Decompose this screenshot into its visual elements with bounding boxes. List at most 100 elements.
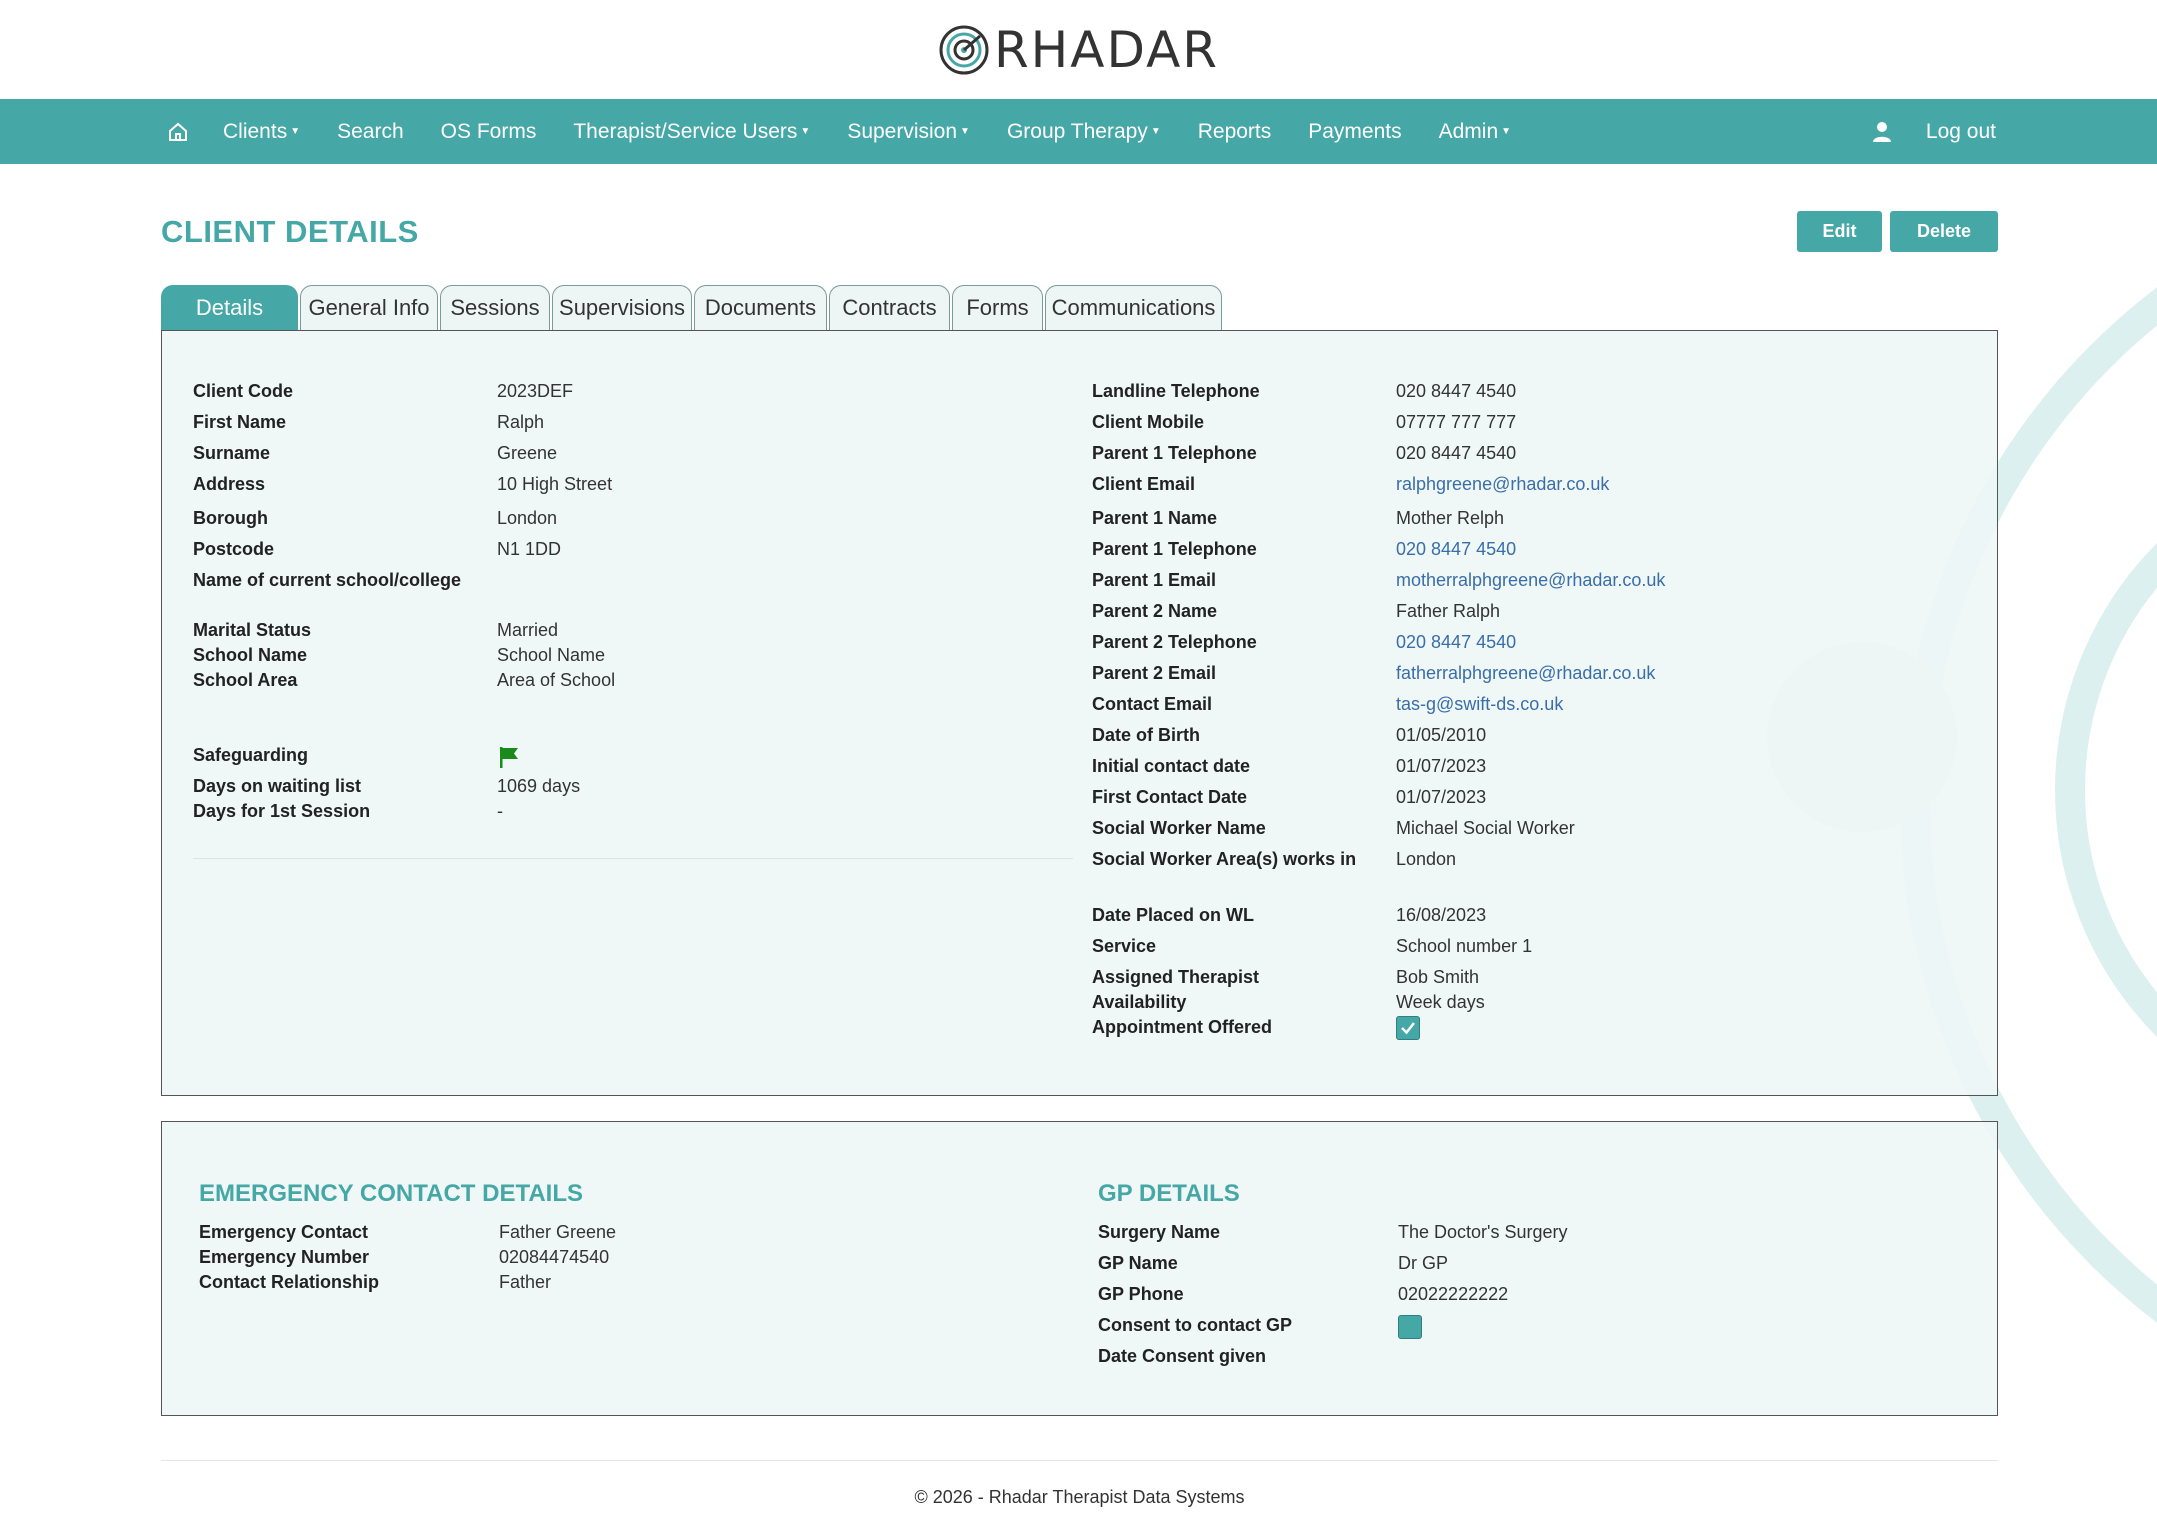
nav-item-reports[interactable]: Reports <box>1198 120 1272 144</box>
field-value: 2023DEF <box>497 381 574 401</box>
tab-bar: Details General Info Sessions Supervisions D… <box>161 285 1998 330</box>
field-value: London <box>497 508 558 528</box>
tab-documents[interactable]: Documents <box>694 285 827 330</box>
field-label: First Name <box>193 412 287 432</box>
field-value: Greene <box>497 443 558 463</box>
field-label: Date Consent given <box>1098 1346 1267 1366</box>
field-value: Father <box>499 1272 552 1292</box>
nav-menu: Clients ▼ Search OS Forms Therapist/Service … <box>161 120 1548 144</box>
tab-contracts[interactable]: Contracts <box>829 285 950 330</box>
nav-item-label: OS Forms <box>440 119 537 143</box>
title-row: CLIENT DETAILS Edit Delete <box>161 164 1998 299</box>
field-label: Date of Birth <box>1092 725 1200 745</box>
nav-item-therapist-service-users[interactable]: Therapist/Service Users ▼ <box>573 120 810 144</box>
nav-item-supervision[interactable]: Supervision ▼ <box>847 120 970 144</box>
field-label: Parent 2 Email <box>1092 663 1217 683</box>
field-value: 10 High Street <box>497 474 613 494</box>
field-value: The Doctor's Surgery <box>1398 1222 1568 1242</box>
home-icon[interactable] <box>167 121 189 143</box>
field-value: Father Greene <box>499 1222 617 1242</box>
field-link[interactable]: 020 8447 4540 <box>1396 630 1516 655</box>
main-content: CLIENT DETAILS Edit Delete Details Genera… <box>161 164 1998 1416</box>
tab-sessions[interactable]: Sessions <box>440 285 550 330</box>
field-label: Service <box>1092 936 1157 956</box>
decorative-ring <box>2055 440 2157 1140</box>
field-value: Week days <box>1396 992 1485 1012</box>
field-label: Availability <box>1092 992 1187 1012</box>
field-label: Days on waiting list <box>193 776 362 796</box>
brand-logo[interactable]: RHADAR <box>938 21 1219 79</box>
field-value: - <box>497 801 503 821</box>
appointment-offered-checkbox[interactable] <box>1396 1016 1420 1040</box>
field-label: Client Mobile <box>1092 412 1204 432</box>
field-label: Borough <box>193 508 268 528</box>
field-value: Area of School <box>497 670 616 690</box>
field-label: Landline Telephone <box>1092 381 1260 401</box>
caret-down-icon: ▼ <box>960 126 970 138</box>
flag-icon <box>497 745 521 776</box>
field-value: 16/08/2023 <box>1396 905 1487 925</box>
field-label: Name of current school/college <box>193 570 462 590</box>
field-link[interactable]: tas-g@swift-ds.co.uk <box>1396 692 1563 717</box>
field-label: Consent to contact GP <box>1098 1315 1293 1335</box>
field-value: Father Ralph <box>1396 601 1501 621</box>
field-link[interactable]: 020 8447 4540 <box>1396 537 1516 562</box>
field-value: 02084474540 <box>499 1247 610 1267</box>
field-value: 02022222222 <box>1398 1284 1509 1304</box>
field-value: 07777 777 777 <box>1396 412 1517 432</box>
radar-logo-icon <box>939 25 989 74</box>
field-value: School number 1 <box>1396 936 1533 956</box>
nav-item-search[interactable]: Search <box>337 120 404 144</box>
field-label: Safeguarding <box>193 745 309 765</box>
edit-button[interactable]: Edit <box>1797 211 1882 252</box>
field-value: Ralph <box>497 412 545 432</box>
caret-down-icon: ▼ <box>800 126 811 138</box>
tab-communications[interactable]: Communications <box>1045 285 1222 330</box>
consent-gp-checkbox[interactable] <box>1398 1315 1422 1339</box>
delete-button[interactable]: Delete <box>1890 211 1998 252</box>
divider <box>193 858 1073 859</box>
nav-item-label: Admin <box>1438 119 1499 143</box>
nav-user-area: Log out <box>1872 120 1996 144</box>
nav-item-label: Supervision <box>847 119 958 143</box>
gp-details-title: GP DETAILS <box>1098 1180 1240 1207</box>
nav-item-label: Reports <box>1197 119 1272 143</box>
nav-item-os-forms[interactable]: OS Forms <box>441 120 537 144</box>
footer-text: © 2026 - Rhadar Therapist Data Systems <box>914 1487 1245 1507</box>
field-label: Emergency Contact <box>199 1222 369 1242</box>
field-label: Initial contact date <box>1092 756 1251 776</box>
logout-link[interactable]: Log out <box>1926 120 1996 144</box>
brand-name: RHADAR <box>993 20 1220 79</box>
field-value: 01/07/2023 <box>1396 756 1487 776</box>
field-label: Marital Status <box>193 620 312 640</box>
field-label: Parent 1 Email <box>1092 570 1217 590</box>
nav-item-group-therapy[interactable]: Group Therapy ▼ <box>1007 120 1161 144</box>
nav-item-clients[interactable]: Clients ▼ <box>223 120 300 144</box>
nav-item-payments[interactable]: Payments <box>1308 120 1401 144</box>
user-icon[interactable] <box>1872 121 1892 143</box>
tab-supervisions[interactable]: Supervisions <box>552 285 692 330</box>
field-link[interactable]: fatherralphgreene@rhadar.co.uk <box>1396 661 1655 686</box>
nav-item-admin[interactable]: Admin ▼ <box>1439 120 1511 144</box>
field-value: 01/07/2023 <box>1396 787 1487 807</box>
field-value: Mother Relph <box>1396 508 1505 528</box>
nav-item-label: Payments <box>1308 119 1402 143</box>
tab-details[interactable]: Details <box>161 285 298 330</box>
emergency-contact-title: EMERGENCY CONTACT DETAILS <box>199 1180 584 1207</box>
field-value: N1 1DD <box>497 539 562 559</box>
field-label: Social Worker Name <box>1092 818 1266 838</box>
field-link[interactable]: motherralphgreene@rhadar.co.uk <box>1396 568 1665 593</box>
field-value: Dr GP <box>1398 1253 1449 1273</box>
tab-forms[interactable]: Forms <box>952 285 1043 330</box>
field-label: Surgery Name <box>1098 1222 1221 1242</box>
field-label: Client Code <box>193 381 294 401</box>
field-value: London <box>1396 849 1457 869</box>
field-link[interactable]: ralphgreene@rhadar.co.uk <box>1396 472 1609 497</box>
tab-general-info[interactable]: General Info <box>300 285 438 330</box>
field-value: School Name <box>497 645 606 665</box>
caret-down-icon: ▼ <box>290 126 301 138</box>
field-label: Appointment Offered <box>1092 1017 1272 1037</box>
field-label: Contact Email <box>1092 694 1213 714</box>
field-label: GP Name <box>1098 1253 1178 1273</box>
field-label: Parent 1 Name <box>1092 508 1218 528</box>
